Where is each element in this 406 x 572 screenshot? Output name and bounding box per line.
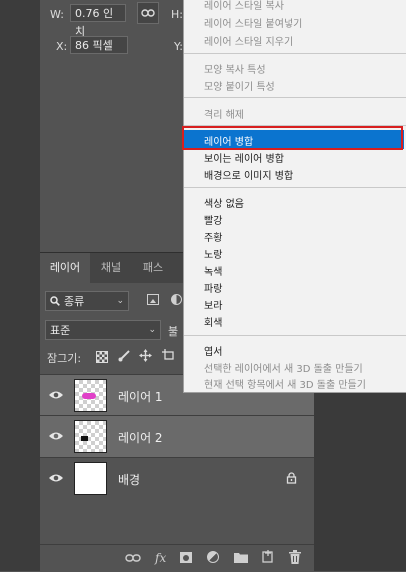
menu-item-3d-extrusion-from-layer[interactable]: 선택한 레이어에서 새 3D 돌출 만들기 bbox=[204, 360, 363, 375]
menu-separator bbox=[184, 335, 406, 336]
tab-paths[interactable]: 패스 bbox=[132, 253, 174, 283]
chevron-down-icon: ⌄ bbox=[148, 325, 156, 335]
new-layer-icon[interactable] bbox=[262, 550, 274, 563]
blend-mode-label: 표준 bbox=[50, 324, 71, 337]
layer-name: 배경 bbox=[118, 473, 141, 487]
blend-mode-dropdown[interactable]: 표준 ⌄ bbox=[45, 320, 161, 340]
left-toolbar-strip bbox=[0, 0, 40, 571]
x-position-field[interactable]: 86 픽셀 bbox=[70, 36, 128, 54]
menu-item-gray[interactable]: 회색 bbox=[204, 314, 222, 329]
annotation-highlight-box bbox=[182, 126, 403, 150]
menu-item-violet[interactable]: 보라 bbox=[204, 297, 222, 312]
visibility-eye-icon[interactable] bbox=[48, 471, 64, 485]
visibility-eye-icon[interactable] bbox=[48, 388, 64, 402]
menu-item-paste-layer-style[interactable]: 레이어 스타일 붙여넣기 bbox=[204, 15, 302, 30]
opacity-label: 불 bbox=[168, 325, 179, 338]
menu-item-flatten-image[interactable]: 배경으로 이미지 병합 bbox=[204, 167, 293, 182]
chevron-down-icon: ⌄ bbox=[116, 296, 124, 306]
menu-item-postcard[interactable]: 엽서 bbox=[204, 343, 222, 358]
menu-separator bbox=[184, 53, 406, 54]
menu-separator bbox=[184, 97, 406, 98]
layer-2-thumbnail bbox=[74, 420, 107, 453]
lock-pixels-brush-icon[interactable] bbox=[118, 349, 131, 362]
y-label: Y: bbox=[174, 40, 183, 53]
menu-item-orange[interactable]: 주황 bbox=[204, 229, 222, 244]
menu-item-clear-layer-style[interactable]: 레이어 스타일 지우기 bbox=[204, 33, 293, 48]
visibility-eye-icon[interactable] bbox=[48, 429, 64, 443]
layer-name: 레이어 1 bbox=[118, 390, 163, 404]
menu-item-green[interactable]: 녹색 bbox=[204, 263, 222, 278]
menu-item-yellow[interactable]: 노랑 bbox=[204, 246, 222, 261]
add-mask-icon[interactable] bbox=[180, 552, 192, 563]
width-field[interactable]: 0.76 인치 bbox=[70, 4, 126, 38]
menu-separator bbox=[184, 187, 406, 188]
filter-kind-dropdown[interactable]: 종류 ⌄ bbox=[45, 291, 129, 311]
link-layers-icon[interactable] bbox=[125, 553, 141, 563]
new-adjustment-layer-icon[interactable] bbox=[207, 551, 219, 563]
layer-1-thumbnail bbox=[74, 379, 107, 412]
width-label: W: bbox=[50, 8, 64, 21]
lock-label: 잠그기: bbox=[47, 352, 82, 365]
lock-transparency-icon[interactable] bbox=[96, 351, 108, 363]
menu-item-copy-shape-attributes[interactable]: 모양 복사 특성 bbox=[204, 61, 266, 76]
layer-name: 레이어 2 bbox=[118, 431, 163, 445]
delete-layer-trash-icon[interactable] bbox=[289, 550, 301, 564]
filter-kind-label: 종류 bbox=[64, 295, 85, 308]
lock-artboard-icon[interactable] bbox=[162, 349, 176, 362]
fx-button[interactable]: fx bbox=[155, 551, 166, 565]
menu-item-paste-shape-attributes[interactable]: 모양 붙이기 특성 bbox=[204, 78, 275, 93]
menu-item-red[interactable]: 빨강 bbox=[204, 212, 222, 227]
layers-bottom-bar: fx bbox=[40, 544, 314, 572]
background-thumbnail bbox=[74, 462, 107, 495]
tab-layers[interactable]: 레이어 bbox=[40, 253, 90, 283]
link-dimensions-button[interactable] bbox=[137, 2, 159, 24]
menu-item-copy-layer-style[interactable]: 레이어 스타일 복사 bbox=[204, 0, 284, 12]
height-label: H: bbox=[171, 8, 183, 21]
menu-item-3d-extrusion-from-selection[interactable]: 현재 선택 항목에서 새 3D 돌출 만들기 bbox=[204, 376, 366, 391]
x-label: X: bbox=[56, 40, 68, 53]
search-icon bbox=[50, 296, 60, 306]
new-group-folder-icon[interactable] bbox=[234, 551, 248, 563]
menu-item-merge-visible[interactable]: 보이는 레이어 병합 bbox=[204, 150, 284, 165]
menu-item-release-isolation[interactable]: 격리 해제 bbox=[204, 106, 244, 121]
layer-row-layer-2[interactable]: 레이어 2 bbox=[40, 415, 314, 457]
menu-item-blue[interactable]: 파랑 bbox=[204, 280, 222, 295]
link-icon bbox=[141, 9, 155, 17]
layer-row-background[interactable]: 배경 bbox=[40, 457, 314, 499]
lock-position-move-icon[interactable] bbox=[139, 349, 152, 362]
lock-icon bbox=[286, 472, 297, 484]
tab-channels[interactable]: 채널 bbox=[90, 253, 132, 283]
menu-item-no-color[interactable]: 색상 없음 bbox=[204, 195, 244, 210]
image-filter-icon[interactable] bbox=[147, 294, 159, 305]
adjustment-filter-icon[interactable] bbox=[171, 294, 182, 305]
